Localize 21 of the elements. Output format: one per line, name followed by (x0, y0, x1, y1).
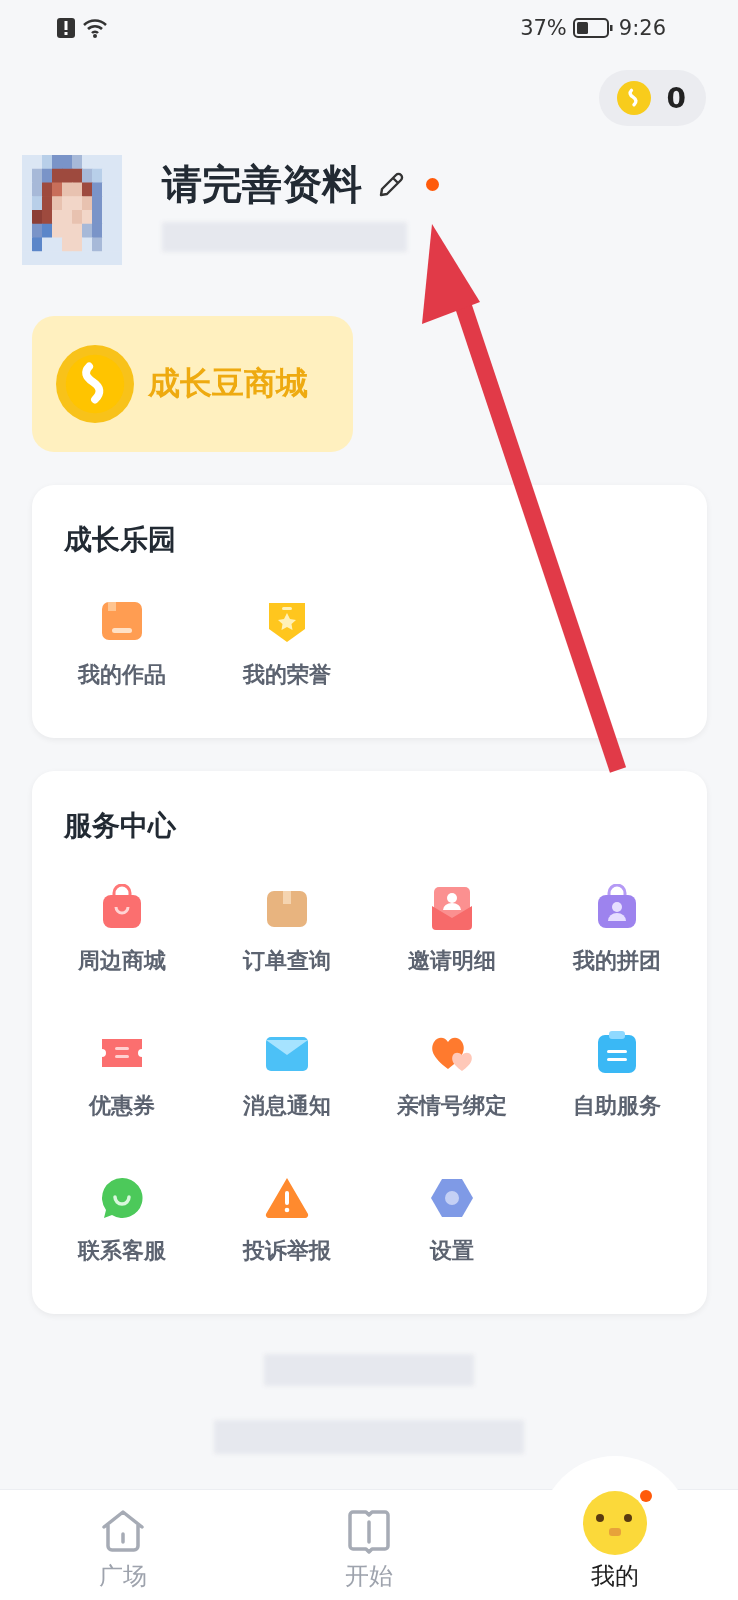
menu-item[interactable]: 优惠券 (40, 1029, 205, 1121)
menu-item[interactable]: 自助服务 (534, 1029, 699, 1121)
coin-count: 0 (666, 81, 686, 115)
menu-item[interactable]: 设置 (369, 1174, 535, 1266)
menu-item[interactable]: 亲情号绑定 (369, 1029, 535, 1121)
clock-time: 9:26 (618, 16, 666, 40)
menu-item[interactable]: 消息通知 (204, 1029, 370, 1121)
menu-item[interactable]: 投诉举报 (204, 1174, 370, 1266)
battery-percent: 37% (520, 16, 567, 40)
menu-item[interactable]: 我的拼团 (534, 884, 699, 976)
section-title: 服务中心 (63, 808, 177, 844)
menu-item[interactable]: 我的荣誉 (204, 598, 370, 690)
menu-item[interactable]: 邀请明细 (369, 884, 535, 976)
coin-balance-pill[interactable]: 0 (598, 70, 706, 126)
menu-item[interactable]: 我的作品 (40, 598, 205, 690)
menu-item[interactable]: 周边商城 (40, 884, 205, 976)
mall-label: 成长豆商城 (148, 363, 308, 404)
profile-title[interactable]: 请完善资料 (162, 157, 362, 212)
menu-item[interactable]: 联系客服 (40, 1174, 205, 1266)
menu-item[interactable]: 订单查询 (204, 884, 370, 976)
section-title: 成长乐园 (63, 522, 177, 558)
